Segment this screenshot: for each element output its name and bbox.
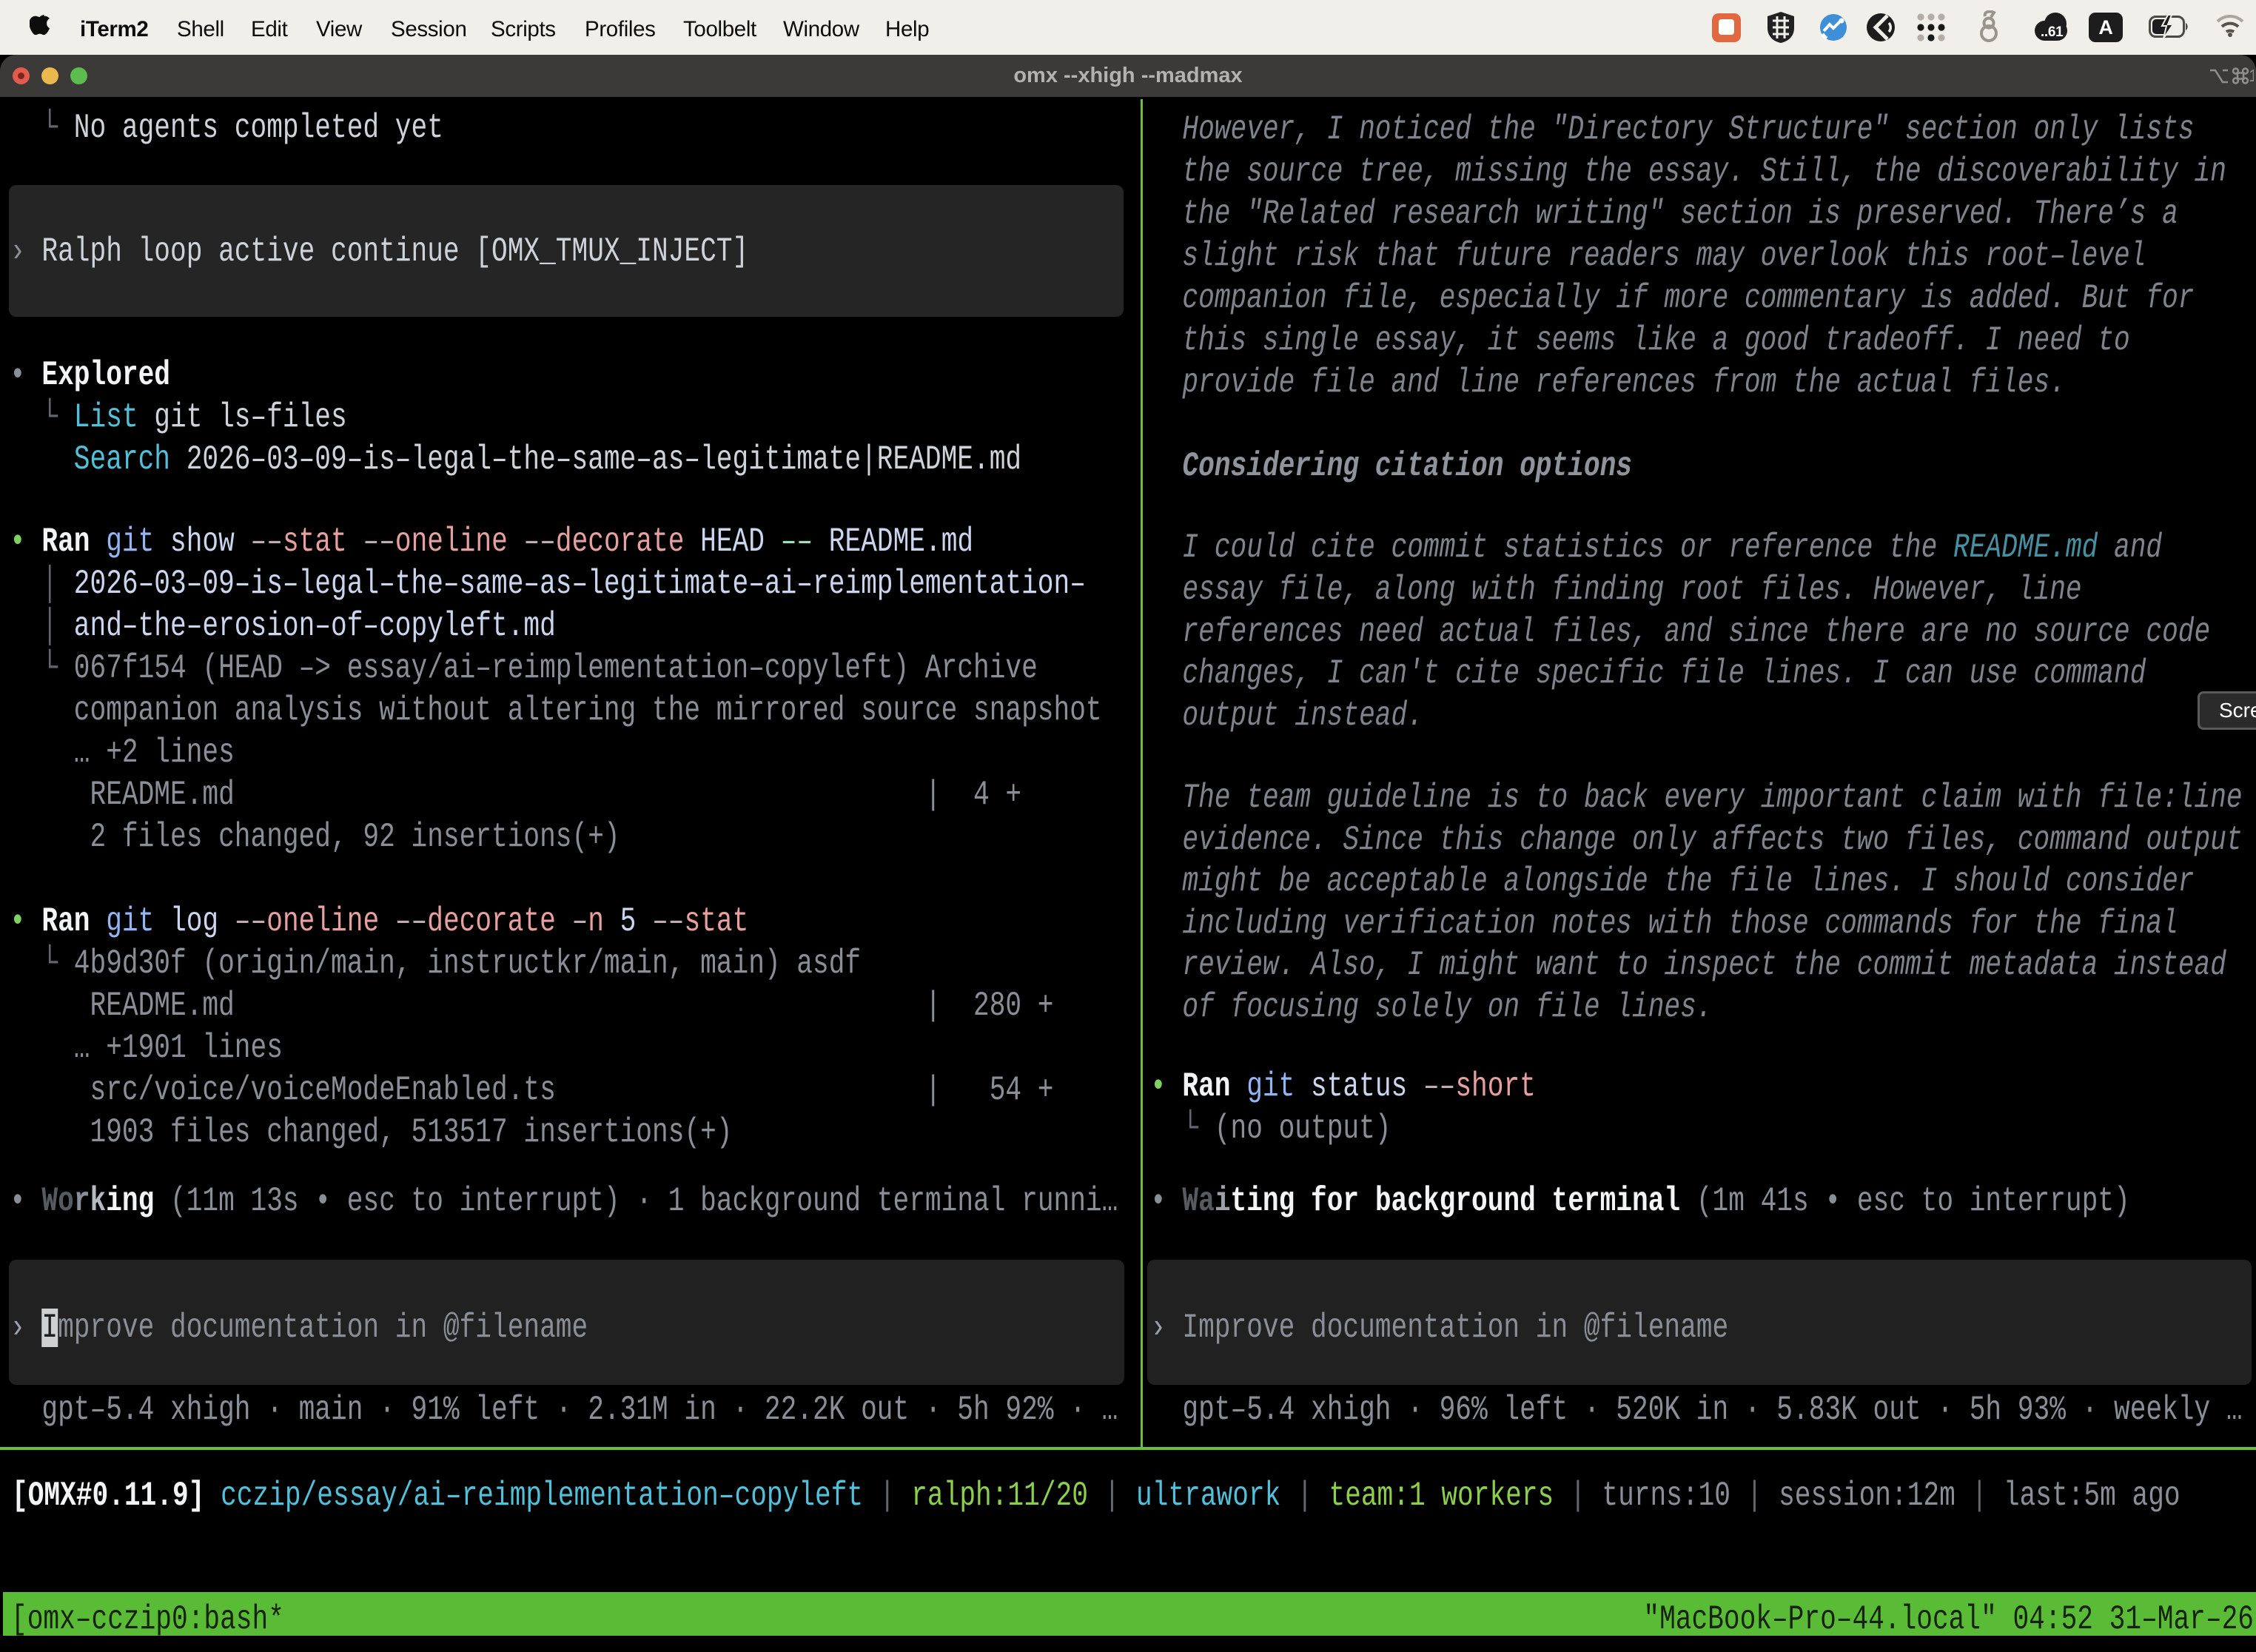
svg-text:1: 1 [2249, 66, 2254, 85]
svg-text:..61: ..61 [2041, 24, 2064, 40]
